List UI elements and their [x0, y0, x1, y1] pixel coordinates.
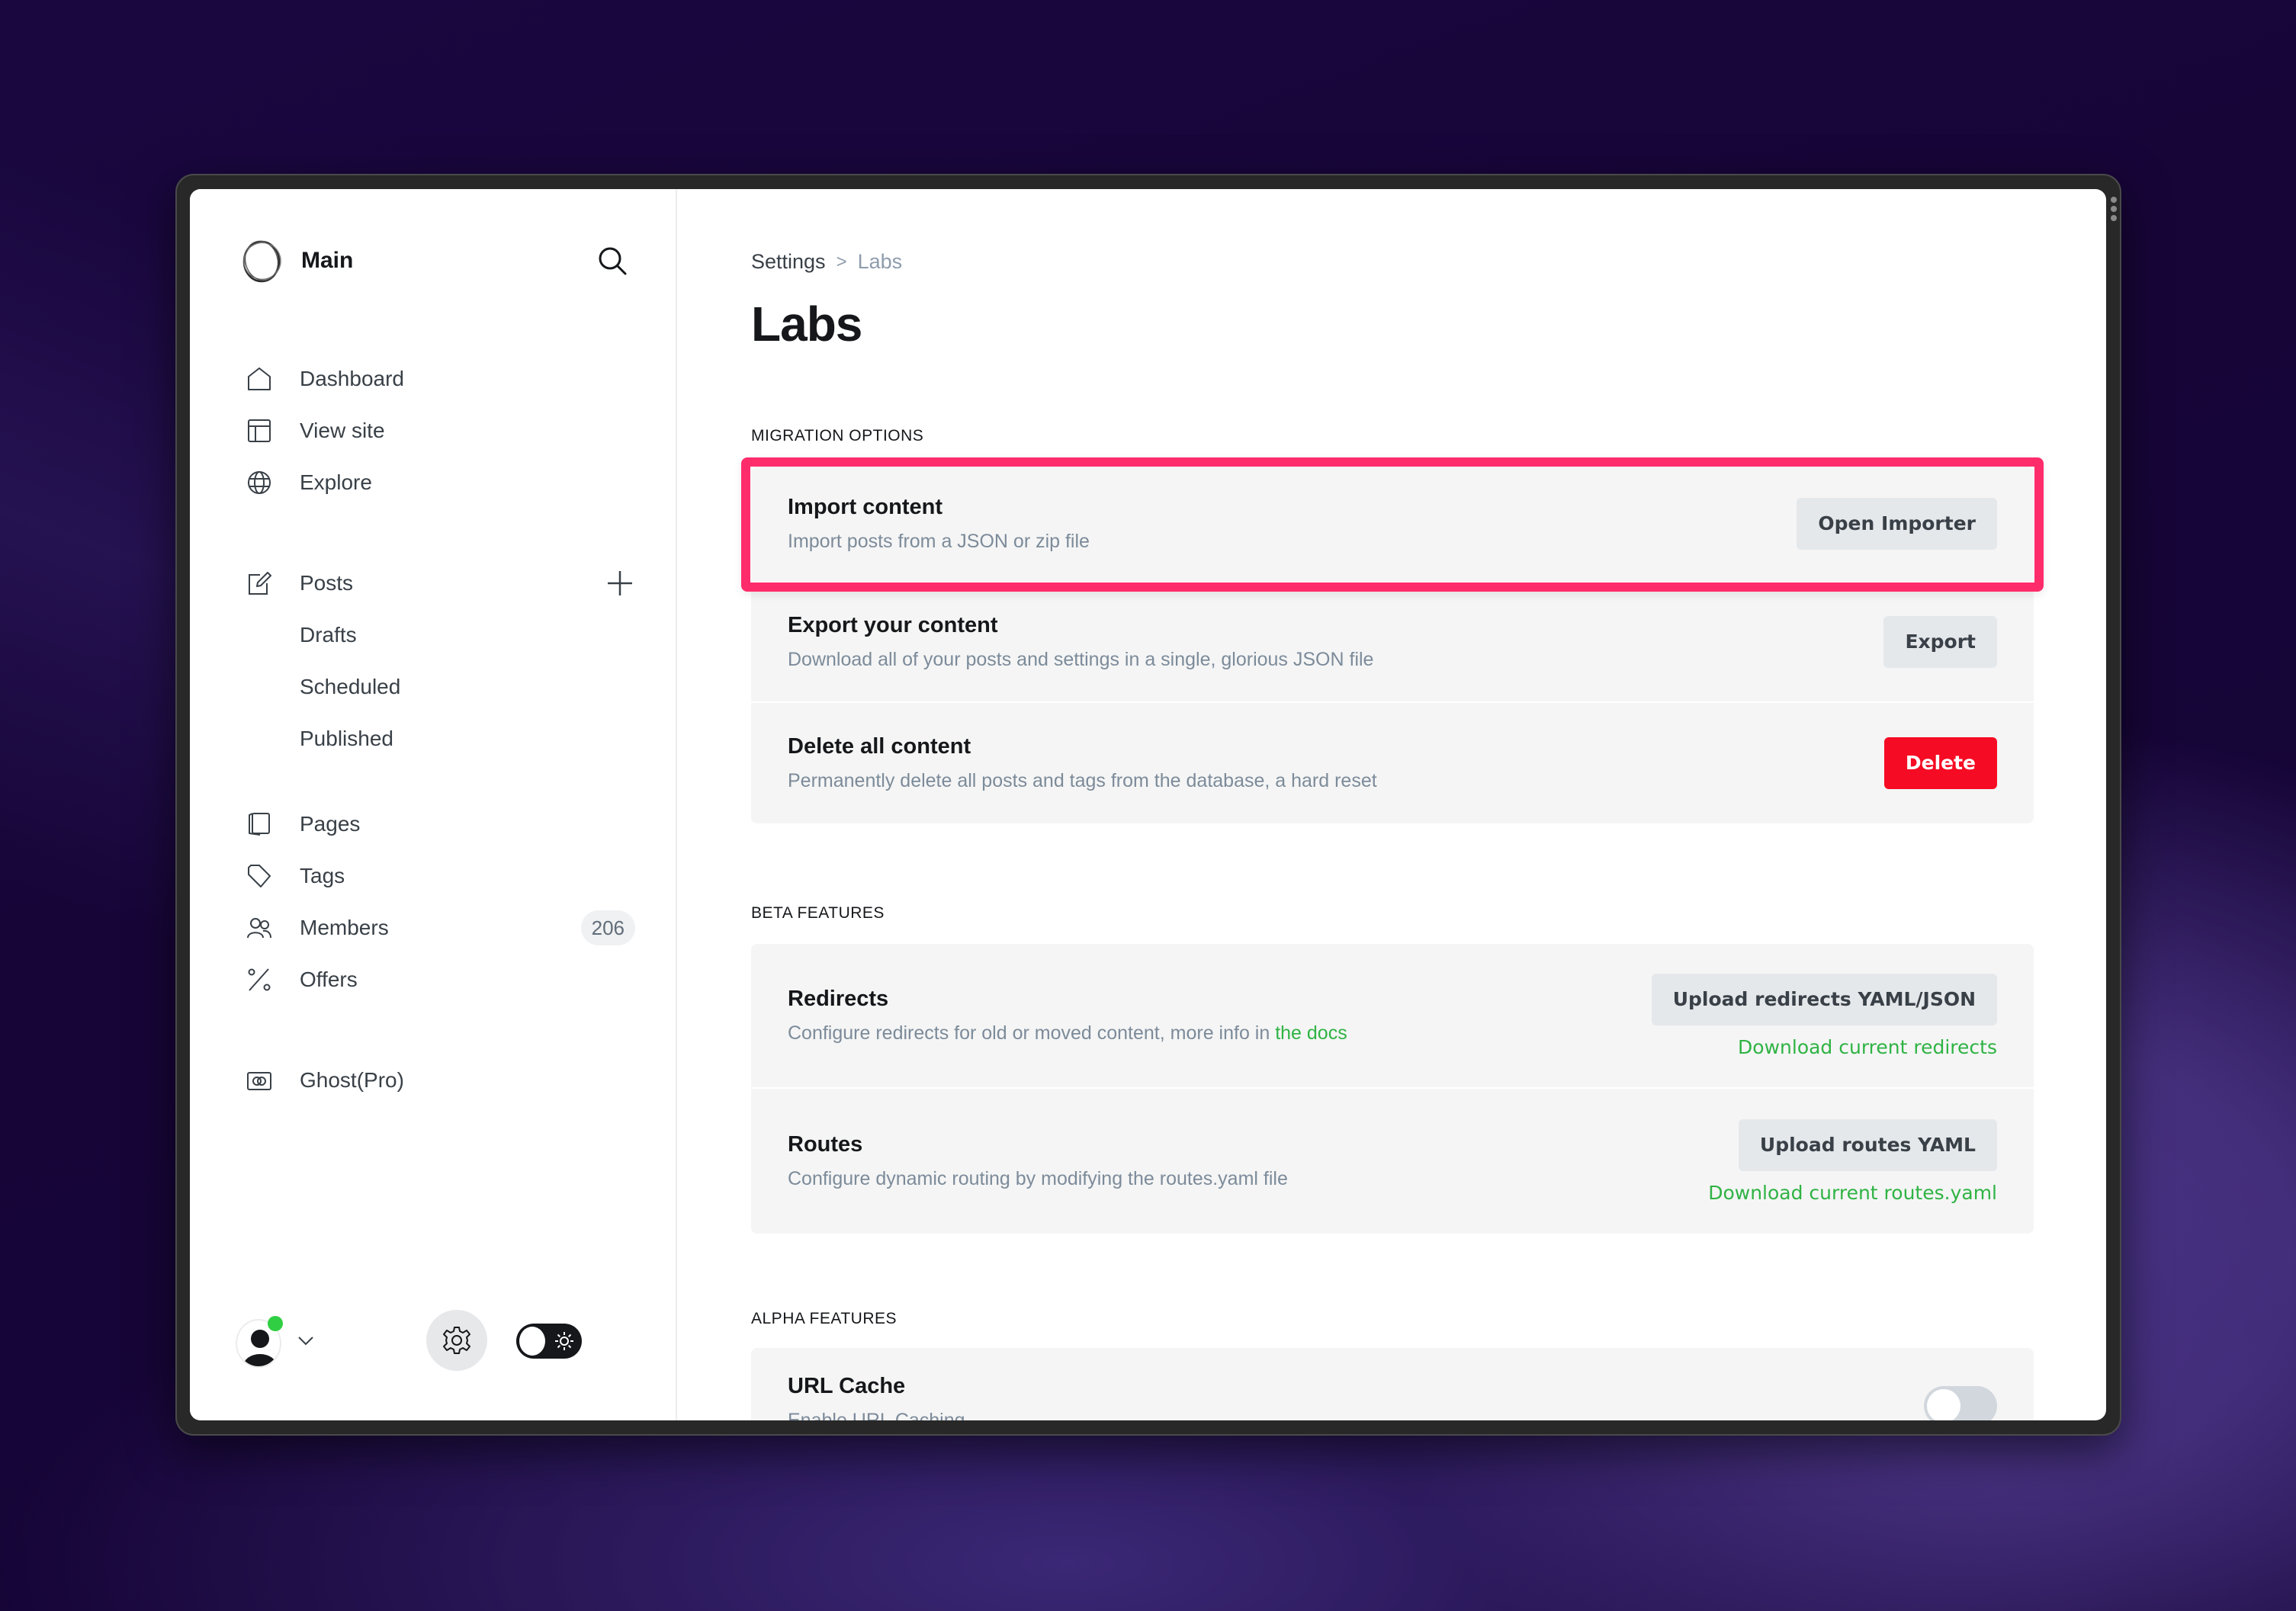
section-label-beta: BETA FEATURES	[751, 904, 885, 922]
sidebar-item-label: Posts	[300, 571, 354, 595]
sidebar-item-drafts[interactable]: Drafts	[300, 616, 689, 654]
sidebar-item-members[interactable]: Members 206	[246, 909, 635, 947]
tag-icon	[248, 865, 271, 887]
search-button[interactable]	[594, 242, 631, 279]
open-importer-button[interactable]: Open Importer	[1797, 498, 1997, 550]
sidebar-item-ghost-pro[interactable]: Ghost(Pro)	[246, 1061, 635, 1099]
user-menu-button[interactable]	[236, 1316, 283, 1368]
app-window: Main Dashboard View site Explore Posts D…	[190, 189, 2106, 1420]
row-description: Download all of your posts and settings …	[788, 649, 1374, 670]
download-redirects-link[interactable]: Download current redirects	[1738, 1036, 1997, 1058]
globe-icon	[248, 471, 271, 494]
row-description: Configure dynamic routing by modifying t…	[788, 1168, 1288, 1189]
row-description: Permanently delete all posts and tags fr…	[788, 770, 1377, 791]
migration-options-group: Import content Import posts from a JSON …	[751, 467, 2034, 823]
edit-icon	[249, 572, 271, 595]
url-cache-toggle[interactable]	[1924, 1386, 1997, 1420]
site-name: Main	[301, 248, 354, 273]
page-title: Labs	[751, 297, 862, 351]
beta-features-group: Redirects Configure redirects for old or…	[751, 944, 2034, 1234]
row-description: Import posts from a JSON or zip file	[788, 531, 1090, 552]
new-post-plus-icon[interactable]	[605, 568, 635, 599]
sidebar-item-pages[interactable]: Pages	[246, 805, 635, 843]
sidebar-item-tags[interactable]: Tags	[246, 857, 635, 895]
brand[interactable]: Main	[239, 238, 353, 284]
breadcrumb: Settings > Labs	[751, 250, 902, 274]
ghost-pro-icon	[247, 1072, 271, 1090]
row-description: Configure redirects for old or moved con…	[788, 1022, 1652, 1045]
sidebar-item-offers[interactable]: Offers	[246, 961, 635, 999]
gear-icon	[443, 1327, 470, 1354]
export-content-row: Export your content Download all of your…	[751, 582, 2034, 703]
home-icon	[248, 367, 271, 390]
upload-redirects-button[interactable]: Upload redirects YAML/JSON	[1651, 973, 1997, 1025]
pages-icon	[249, 813, 270, 836]
sidebar-item-view-site[interactable]: View site	[246, 412, 635, 450]
layout-icon	[248, 419, 271, 442]
sidebar-item-explore[interactable]: Explore	[246, 464, 635, 502]
sidebar-item-scheduled[interactable]: Scheduled	[300, 668, 689, 706]
section-label-migration: MIGRATION OPTIONS	[751, 427, 924, 444]
download-routes-link[interactable]: Download current routes.yaml	[1708, 1182, 1997, 1204]
sidebar-item-label: Tags	[300, 864, 345, 887]
redirects-row: Redirects Configure redirects for old or…	[751, 944, 2034, 1089]
sidebar-footer	[236, 1310, 647, 1378]
description-text: Configure redirects for old or moved con…	[788, 1022, 1276, 1044]
settings-button[interactable]	[426, 1310, 487, 1371]
sidebar-item-label: Pages	[300, 812, 361, 836]
row-title: Routes	[788, 1132, 863, 1157]
row-title: Import content	[788, 495, 942, 519]
sidebar-item-label: Drafts	[300, 623, 357, 647]
search-icon	[599, 247, 627, 275]
delete-content-row: Delete all content Permanently delete al…	[751, 703, 2034, 823]
sidebar-item-label: Offers	[300, 968, 358, 991]
row-title: URL Cache	[788, 1374, 906, 1398]
sidebar-item-label: Scheduled	[300, 675, 401, 698]
sidebar: Main Dashboard View site Explore Posts D…	[190, 189, 677, 1420]
sidebar-item-label: Ghost(Pro)	[300, 1068, 404, 1092]
theme-toggle[interactable]	[516, 1324, 582, 1359]
chevron-right-icon: >	[836, 251, 847, 272]
sidebar-item-label: Explore	[300, 470, 372, 494]
members-count-badge: 206	[580, 910, 635, 945]
upload-routes-button[interactable]: Upload routes YAML	[1738, 1118, 1997, 1171]
url-cache-row: URL Cache Enable URL Caching	[751, 1348, 2034, 1420]
alpha-features-group: URL Cache Enable URL Caching	[751, 1348, 2034, 1420]
toggle-knob	[1927, 1389, 1960, 1420]
site-logo-icon	[242, 240, 281, 283]
sidebar-item-posts[interactable]: Posts	[246, 564, 635, 602]
main-content: Settings > Labs Labs MIGRATION OPTIONS I…	[741, 189, 2047, 1420]
sidebar-item-label: Members	[300, 916, 389, 939]
sidebar-item-label: View site	[300, 419, 385, 442]
sidebar-item-dashboard[interactable]: Dashboard	[246, 360, 635, 398]
breadcrumb-current: Labs	[857, 250, 903, 273]
members-icon	[247, 918, 271, 939]
online-status-dot	[268, 1316, 283, 1331]
sidebar-item-label: Published	[300, 727, 393, 750]
breadcrumb-settings-link[interactable]: Settings	[751, 250, 826, 274]
toggle-knob	[519, 1327, 545, 1356]
bezel-handle-icon	[2111, 197, 2117, 221]
sidebar-item-label: Dashboard	[300, 367, 404, 390]
delete-button[interactable]: Delete	[1883, 737, 1997, 789]
sidebar-item-published[interactable]: Published	[300, 720, 689, 758]
section-label-alpha: ALPHA FEATURES	[751, 1310, 897, 1327]
percent-icon	[248, 968, 271, 991]
sun-icon	[555, 1332, 573, 1350]
row-description: Enable URL Caching	[788, 1410, 965, 1420]
row-title: Delete all content	[788, 734, 971, 759]
row-title: Export your content	[788, 613, 998, 637]
routes-row: Routes Configure dynamic routing by modi…	[751, 1089, 2034, 1234]
import-content-row: Import content Import posts from a JSON …	[751, 467, 2034, 582]
row-title: Redirects	[788, 987, 889, 1011]
chevron-down-icon[interactable]	[297, 1331, 315, 1349]
export-button[interactable]: Export	[1883, 616, 1997, 668]
docs-link[interactable]: the docs	[1275, 1022, 1347, 1044]
